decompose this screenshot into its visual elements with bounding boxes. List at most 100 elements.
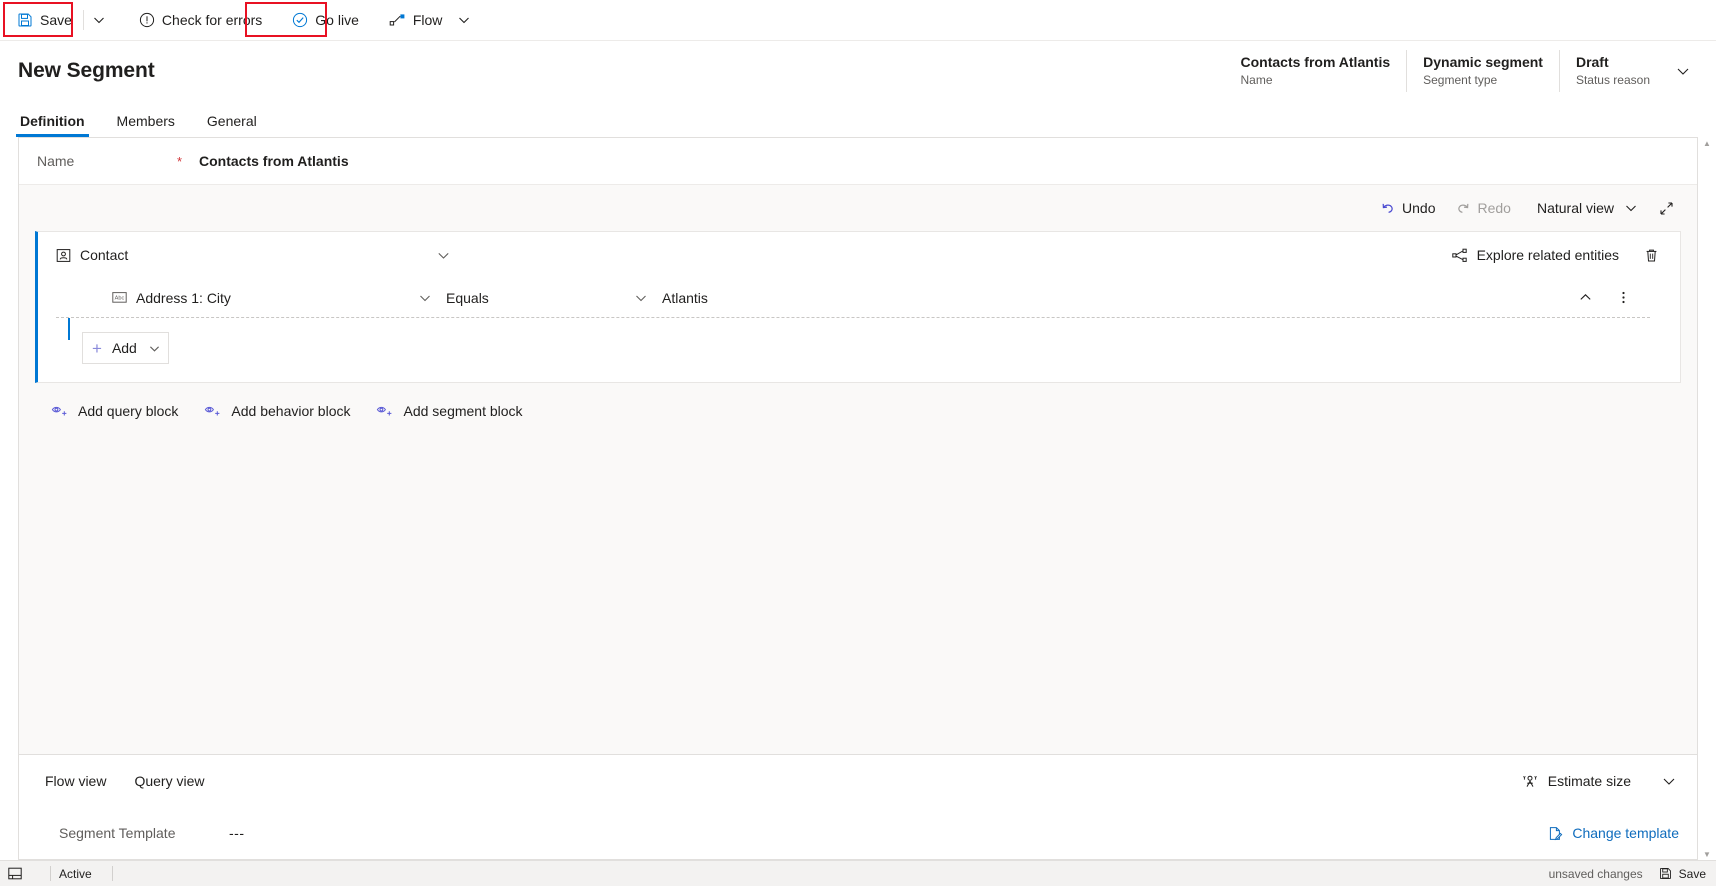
add-behavior-block-label: Add behavior block [231,403,351,419]
explore-related-entities-button[interactable]: Explore related entities [1445,240,1626,270]
condition-field-label: Address 1: City [136,289,231,306]
chevron-down-icon [94,17,104,24]
save-button-label: Save [40,12,72,28]
chevron-down-icon [1677,68,1689,75]
chevron-down-icon [1663,778,1675,785]
redo-label: Redo [1477,200,1511,216]
chevron-down-icon [1625,202,1637,214]
estimate-size-button[interactable]: Estimate size [1513,765,1639,797]
condition-row-actions [1562,283,1638,313]
change-template-button[interactable]: Change template [1548,825,1679,841]
undo-button[interactable]: Undo [1372,192,1443,224]
page-header: New Segment Contacts from Atlantis Name … [0,41,1716,100]
name-field-value[interactable]: Contacts from Atlantis [199,153,349,169]
segment-template-value: --- [229,825,245,841]
add-query-block-button[interactable]: Add query block [51,403,178,419]
condition-more-options-button[interactable] [1608,283,1638,313]
estimate-area: Estimate size [1513,765,1685,797]
scroll-up-arrow[interactable]: ▲ [1702,137,1712,149]
flow-view-link[interactable]: Flow view [45,773,106,789]
check-for-errors-label: Check for errors [161,12,263,28]
view-switch-row: Flow view Query view Estimate size [19,755,1697,807]
delete-query-block-button[interactable] [1636,240,1666,270]
query-block-collapse-button[interactable] [428,240,458,270]
command-bar: Save Check for errors Go live Flow [0,0,1716,41]
undo-label: Undo [1402,200,1436,216]
condition-operator-selector[interactable]: Equals [438,290,628,306]
condition-operator-dropdown-icon[interactable] [628,292,654,304]
query-block-entity-label: Contact [80,247,129,263]
add-behavior-block-button[interactable]: Add behavior block [204,403,350,419]
body-area: Name * Contacts from Atlantis Undo Redo … [0,137,1716,860]
document-edit-icon [1548,826,1563,841]
tab-definition[interactable]: Definition [16,113,89,137]
header-field-segment-type: Dynamic segment Segment type [1406,49,1559,92]
query-block: Contact Explore related entities Abc Add… [35,231,1681,383]
chevron-down-icon [420,295,430,301]
add-segment-block-button[interactable]: Add segment block [376,403,523,419]
flow-view-label: Flow view [45,773,107,789]
more-vertical-icon [1621,291,1625,304]
condition-collapse-button[interactable] [1570,283,1600,313]
condition-field-selector[interactable]: Abc Address 1: City [112,290,412,306]
scroll-down-arrow[interactable]: ▼ [1702,848,1712,860]
flow-button[interactable]: Flow [380,4,452,36]
block-link-row: Add query block Add behavior block Add s… [35,397,1681,419]
save-icon [17,12,33,28]
chevron-down-icon [459,17,470,24]
header-field-status-reason: Draft Status reason [1558,49,1666,92]
status-state: Active [59,867,92,881]
redo-button[interactable]: Redo [1448,192,1519,224]
estimate-size-expand-button[interactable] [1653,765,1685,797]
view-mode-selector[interactable]: Natural view [1529,192,1645,224]
view-mode-label: Natural view [1536,200,1614,216]
tab-general-label: General [206,113,257,129]
tab-definition-label: Definition [20,113,85,129]
status-save-button[interactable]: Save [1659,867,1706,881]
save-button[interactable]: Save [8,4,81,36]
estimate-size-label: Estimate size [1547,773,1631,789]
status-bar: Active unsaved changes Save [0,860,1716,886]
query-toolbar: Undo Redo Natural view [19,185,1697,231]
flow-dropdown-button[interactable] [451,4,477,36]
expand-query-button[interactable] [1651,192,1681,224]
add-segment-block-label: Add segment block [403,403,523,419]
query-view-link[interactable]: Query view [134,773,204,789]
tab-general[interactable]: General [205,113,259,137]
vertical-scrollbar[interactable]: ▲ ▼ [1702,137,1712,860]
undo-icon [1380,201,1395,216]
segment-template-label: Segment Template [59,825,176,841]
query-block-entity[interactable]: Contact [56,247,128,263]
header-field-segment-type-label: Segment type [1423,72,1498,87]
tab-members-label: Members [116,113,175,129]
scrollbar-track[interactable] [1705,137,1709,860]
query-canvas: Contact Explore related entities Abc Add… [19,231,1697,754]
status-save-label: Save [1678,866,1706,881]
add-condition-label: Add [111,340,137,356]
tab-members[interactable]: Members [115,113,177,137]
condition-field-dropdown-icon[interactable] [412,292,438,304]
redo-icon [1456,201,1471,216]
save-icon [1659,867,1672,880]
check-for-errors-button[interactable]: Check for errors [130,4,271,36]
header-field-name: Contacts from Atlantis Name [1225,50,1407,92]
trash-icon [1646,249,1656,261]
status-form-indicator [8,867,30,880]
alert-circle-icon [139,12,155,28]
header-field-status-reason-value: Draft [1575,53,1609,70]
header-expand-button[interactable] [1666,50,1700,92]
chevron-down-icon [149,343,160,354]
segment-editor-page: Save Check for errors Go live Flow New S… [0,0,1716,886]
save-dropdown-button[interactable] [86,4,112,36]
status-divider-right [111,866,113,881]
condition-value-input[interactable]: Atlantis [654,290,708,306]
header-field-segment-type-value: Dynamic segment [1423,53,1543,70]
add-condition-button[interactable]: + Add [82,332,169,364]
name-field-label: Name [37,153,75,169]
check-circle-icon [292,12,308,28]
go-live-button[interactable]: Go live [283,4,368,36]
plus-icon: + [92,338,102,358]
header-field-name-value: Contacts from Atlantis [1240,53,1391,70]
flow-label: Flow [412,12,443,28]
query-block-actions: Explore related entities [1445,240,1666,270]
